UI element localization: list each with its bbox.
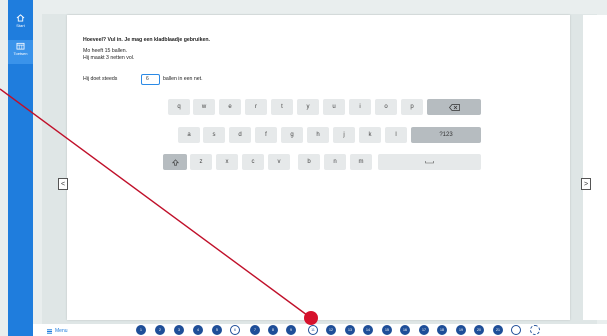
pointer-line xyxy=(0,88,312,319)
click-marker xyxy=(304,311,318,325)
